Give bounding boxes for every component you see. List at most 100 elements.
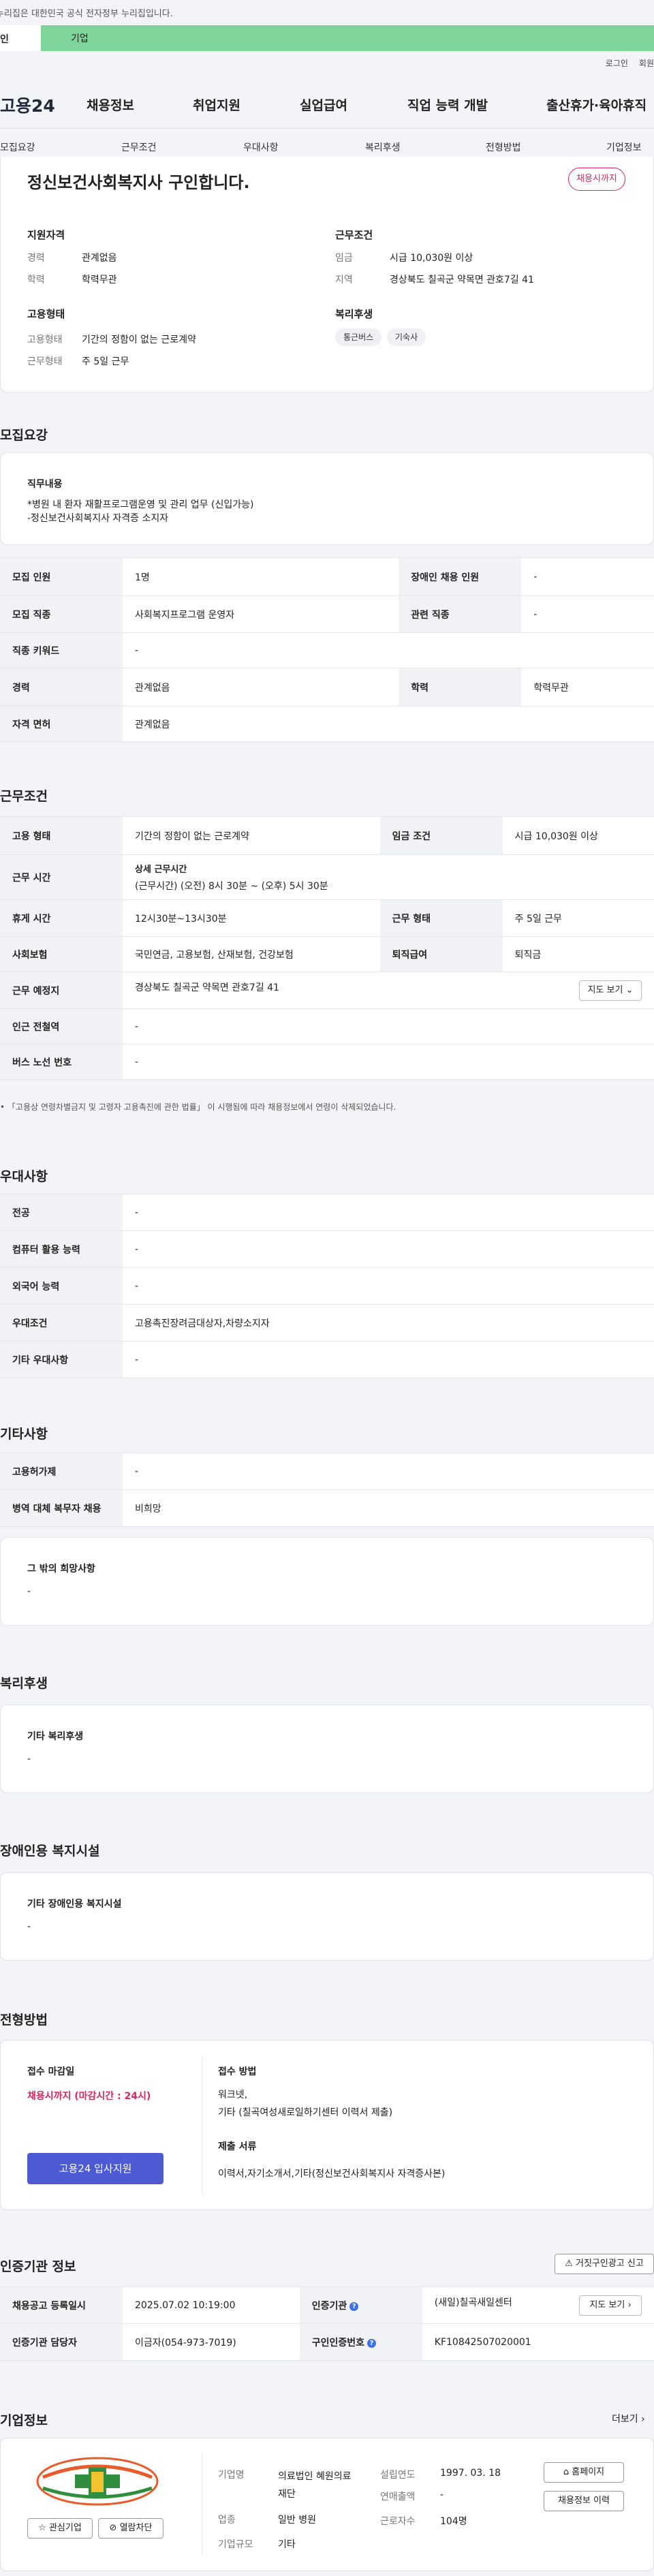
cell-value: - <box>123 1341 654 1378</box>
cell-header: 버스 노선 번호 <box>0 1044 123 1080</box>
welfare-box-title: 기타 복리후생 <box>27 1731 84 1742</box>
cond-value: 시급 10,030원 이상 <box>390 253 473 264</box>
gnb-item-parental-leave[interactable]: 출산휴가·육아휴직 <box>546 95 647 114</box>
cell-header: 우대조건 <box>0 1304 123 1341</box>
cell-value: 학력무관 <box>521 668 654 707</box>
company-key: 기업명 <box>218 2470 245 2481</box>
company-logo <box>33 2453 162 2509</box>
subnav-process[interactable]: 전형방법 <box>486 140 521 154</box>
company-key: 설립연도 <box>380 2470 416 2481</box>
interest-company-button[interactable]: ☆ 관심기업 <box>27 2518 93 2539</box>
gnb-item-training[interactable]: 직업 능력 개발 <box>407 95 488 114</box>
cell-header: 인증기관 담당자 <box>0 2323 123 2361</box>
etc-box <box>0 1537 654 1626</box>
site-logo[interactable]: 고용24 <box>0 93 55 117</box>
table-row: 경력 관계없음 학력 학력무관 <box>0 668 654 707</box>
gnb-item-jobs[interactable]: 채용정보 <box>87 95 134 114</box>
cell-value: - <box>123 1044 654 1080</box>
company-value: - <box>440 2489 444 2500</box>
table-row: 근무 시간 상세 근무시간 (근무시간) (오전) 8시 30분 ~ (오후) 5시… <box>0 854 654 900</box>
company-key: 연매출액 <box>380 2492 416 2502</box>
info-icon[interactable]: ? <box>367 2338 377 2348</box>
cell-header: 관련 직종 <box>399 595 522 633</box>
more-label: 더보기 <box>612 2414 638 2425</box>
company-value: 기타 <box>278 2539 296 2550</box>
cell-header: 근무 시간 <box>0 854 123 900</box>
pref-table: 전공 - 컴퓨터 활용 능력 - 외국어 능력 - 우대조건 고용촉진장려금대상자,차량… <box>0 1194 654 1378</box>
duty-title: 직무내용 <box>27 479 63 490</box>
info-icon[interactable]: ? <box>349 2301 359 2311</box>
status-badge: 채용시까지 <box>568 168 625 191</box>
cell-value: 이금자(054-973-7019) <box>123 2323 300 2361</box>
gnb-item-employment-support[interactable]: 취업지원 <box>193 95 240 114</box>
table-row: 병역 대체 복무자 채용 비희망 <box>0 1489 654 1527</box>
cell-header: 학력 <box>399 668 522 707</box>
cell-value: 고용촉진장려금대상자,차량소지자 <box>123 1304 654 1341</box>
subnav-conditions[interactable]: 근무조건 <box>121 140 157 154</box>
table-row: 고용 형태 기간의 정함이 없는 근로계약 임금 조건 시급 10,030원 이상 <box>0 816 654 855</box>
qual-value: 학력무관 <box>82 275 117 285</box>
map-button[interactable]: 지도 보기 ⌄ <box>579 980 642 1001</box>
welfare-box <box>0 1705 654 1793</box>
subnav-company[interactable]: 기업정보 <box>606 140 642 154</box>
disability-box-title: 기타 장애인용 복지시설 <box>27 1899 122 1910</box>
type-key: 고용형태 <box>27 335 63 345</box>
company-value: 1997. 03. 18 <box>440 2468 501 2479</box>
cell-header: 근무 예정지 <box>0 972 123 1009</box>
address-text: 경상북도 칠곡군 약목면 관호7길 41 <box>135 982 279 993</box>
login-link[interactable]: 로그인 <box>606 59 628 68</box>
cell-value: 기간의 정함이 없는 근로계약 <box>123 816 380 855</box>
report-fake-ad-button[interactable]: ⚠ 거짓구인광고 신고 <box>555 2254 654 2274</box>
cell-header: 고용허가제 <box>0 1453 123 1490</box>
homepage-button[interactable]: ⌂ 홈페이지 <box>544 2462 624 2483</box>
cell-header: 채용공고 등록일시 <box>0 2286 123 2324</box>
cell-value: KF10842507020001 <box>422 2323 654 2361</box>
gnb-item-unemployment[interactable]: 실업급여 <box>300 95 347 114</box>
company-key: 근로자수 <box>380 2516 416 2527</box>
job-history-button[interactable]: 채용정보 이력 <box>544 2491 624 2511</box>
report-icon: ⚠ <box>565 2259 573 2269</box>
chevron-down-icon: ⌄ <box>625 984 634 995</box>
block-icon: ⊘ <box>109 2523 117 2533</box>
cell-value: (새일)칠곡새일센터 지도 보기 › <box>422 2286 654 2324</box>
block-view-button[interactable]: ⊘ 열람차단 <box>98 2518 164 2539</box>
table-row: 모집 인원 1명 장애인 채용 인원 - <box>0 557 654 596</box>
agency-map-button[interactable]: 지도 보기 › <box>579 2295 642 2316</box>
company-value: 104명 <box>440 2516 467 2527</box>
subnav-preference[interactable]: 우대사항 <box>243 140 279 154</box>
agency-name: (새일)칠곡새일센터 <box>434 2297 512 2308</box>
cell-value: - <box>521 595 654 633</box>
subnav-welfare[interactable]: 복리후생 <box>365 140 401 154</box>
table-row: 외국어 능력 - <box>0 1267 654 1305</box>
table-row: 직종 키워드 - <box>0 632 654 668</box>
table-row: 근무 예정지 경상북도 칠곡군 약목면 관호7길 41 지도 보기 ⌄ <box>0 972 654 1009</box>
cell-header: 고용 형태 <box>0 816 123 855</box>
apply-button[interactable]: 고용24 입사지원 <box>27 2153 164 2184</box>
agency-table: 채용공고 등록일시 2025.07.02 10:19:00 인증기관? (새일)칠곡새… <box>0 2286 654 2361</box>
chevron-right-icon: › <box>641 2414 645 2425</box>
table-row: 사회보험 국민연금, 고용보험, 산재보험, 건강보험 퇴직급여 퇴직금 <box>0 936 654 972</box>
disability-box-value: - <box>27 1921 31 1932</box>
subnav-recruit[interactable]: 모집요강 <box>0 140 35 154</box>
work-hours-label: 상세 근무시간 <box>135 865 187 875</box>
process-card <box>0 2040 654 2210</box>
cell-value: 관계없음 <box>123 668 399 707</box>
cell-header: 컴퓨터 활용 능력 <box>0 1230 123 1268</box>
cell-value: - <box>123 632 654 668</box>
company-more-link[interactable]: 더보기 › <box>612 2412 645 2425</box>
recruit-table: 모집 인원 1명 장애인 채용 인원 - 모집 직종 사회복지프로그램 운영자 관련 직종… <box>0 557 654 742</box>
cell-value: 국민연금, 고용보험, 산재보험, 건강보험 <box>123 936 380 972</box>
cell-header: 모집 직종 <box>0 595 123 633</box>
docs-value: 이력서,자기소개서,기타(정신보건사회복지사 자격증사본) <box>218 2169 446 2179</box>
tab-individual[interactable]: 인 <box>0 25 41 51</box>
cell-header: 장애인 채용 인원 <box>399 557 522 596</box>
tab-company[interactable]: 기업 <box>71 31 89 45</box>
table-row: 인근 전철역 - <box>0 1008 654 1044</box>
table-row: 자격 면허 관계없음 <box>0 706 654 742</box>
cell-header: 전공 <box>0 1194 123 1231</box>
signup-link[interactable]: 회원 <box>639 59 654 68</box>
cond-title: 근무조건 <box>335 229 373 241</box>
table-row: 휴게 시간 12시30분~13시30분 근무 형태 주 5일 근무 <box>0 899 654 937</box>
section-title-recruit: 모집요강 <box>0 428 48 443</box>
deadline-title: 접수 마감일 <box>27 2066 75 2077</box>
